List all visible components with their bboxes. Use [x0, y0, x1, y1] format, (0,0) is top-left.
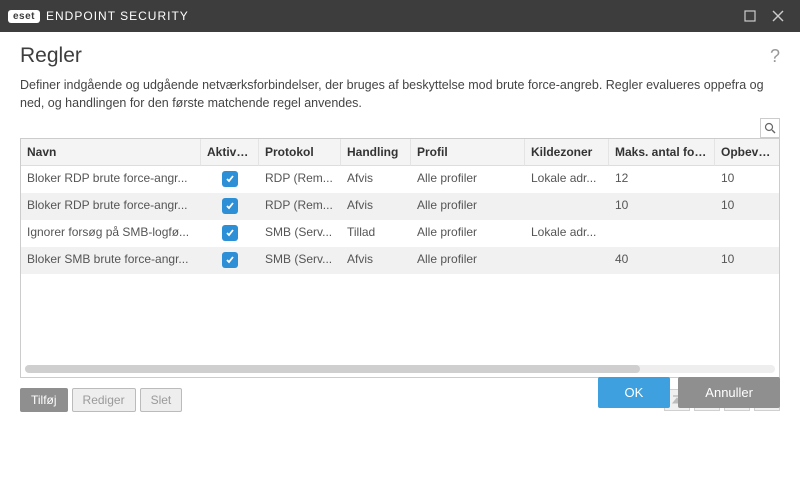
- cell: SMB (Serv...: [259, 220, 341, 247]
- dialog-footer: OK Annuller: [598, 377, 781, 408]
- cell: Afvis: [341, 166, 411, 193]
- cell: SMB (Serv...: [259, 247, 341, 274]
- rules-table: Navn Aktiveret Protokol Handling Profil …: [20, 138, 780, 378]
- edit-button: Rediger: [72, 388, 136, 412]
- cell: 10: [715, 166, 780, 193]
- cell: 12: [609, 166, 715, 193]
- cell: Tillad: [341, 220, 411, 247]
- cell-enabled: [201, 247, 259, 274]
- cell: Bloker RDP brute force-angr...: [21, 166, 201, 193]
- brand-badge: eset: [8, 10, 40, 23]
- ok-button[interactable]: OK: [598, 377, 671, 408]
- cell: 10: [609, 193, 715, 220]
- col-name[interactable]: Navn: [21, 139, 201, 166]
- checkbox-checked-icon[interactable]: [222, 198, 238, 214]
- cell: Lokale adr...: [525, 220, 609, 247]
- cell: [525, 247, 609, 274]
- checkbox-checked-icon[interactable]: [222, 225, 238, 241]
- help-icon[interactable]: ?: [770, 46, 780, 67]
- minimize-button[interactable]: [736, 2, 764, 30]
- close-button[interactable]: [764, 2, 792, 30]
- delete-button: Slet: [140, 388, 183, 412]
- col-enabled[interactable]: Aktiveret: [201, 139, 259, 166]
- checkbox-checked-icon[interactable]: [222, 171, 238, 187]
- cell: 10: [715, 193, 780, 220]
- cell: Alle profiler: [411, 220, 525, 247]
- cell: 10: [715, 247, 780, 274]
- cell: Afvis: [341, 193, 411, 220]
- cell-enabled: [201, 166, 259, 193]
- page-title: Regler: [20, 44, 780, 68]
- cell: Bloker RDP brute force-angr...: [21, 193, 201, 220]
- cell: 40: [609, 247, 715, 274]
- col-max-attempts[interactable]: Maks. antal forsøg: [609, 139, 715, 166]
- col-retention[interactable]: Opbevaringsp: [715, 139, 780, 166]
- add-button[interactable]: Tilføj: [20, 388, 68, 412]
- cell: Afvis: [341, 247, 411, 274]
- cancel-button[interactable]: Annuller: [678, 377, 780, 408]
- cell: Ignorer forsøg på SMB-logfø...: [21, 220, 201, 247]
- cell-enabled: [201, 220, 259, 247]
- col-action[interactable]: Handling: [341, 139, 411, 166]
- horizontal-scrollbar[interactable]: [25, 365, 775, 373]
- checkbox-checked-icon[interactable]: [222, 252, 238, 268]
- col-protocol[interactable]: Protokol: [259, 139, 341, 166]
- cell: [525, 193, 609, 220]
- cell-enabled: [201, 193, 259, 220]
- product-name: ENDPOINT SECURITY: [46, 9, 189, 23]
- cell: RDP (Rem...: [259, 166, 341, 193]
- cell: Alle profiler: [411, 247, 525, 274]
- cell: Bloker SMB brute force-angr...: [21, 247, 201, 274]
- page-description: Definer indgående og udgående netværksfo…: [20, 76, 780, 112]
- cell: [715, 220, 780, 247]
- titlebar: eset ENDPOINT SECURITY: [0, 0, 800, 32]
- search-button[interactable]: [760, 118, 780, 138]
- scrollbar-thumb[interactable]: [25, 365, 640, 373]
- cell: Alle profiler: [411, 193, 525, 220]
- col-source-zones[interactable]: Kildezoner: [525, 139, 609, 166]
- cell: Lokale adr...: [525, 166, 609, 193]
- cell: RDP (Rem...: [259, 193, 341, 220]
- cell: [609, 220, 715, 247]
- cell: Alle profiler: [411, 166, 525, 193]
- col-profile[interactable]: Profil: [411, 139, 525, 166]
